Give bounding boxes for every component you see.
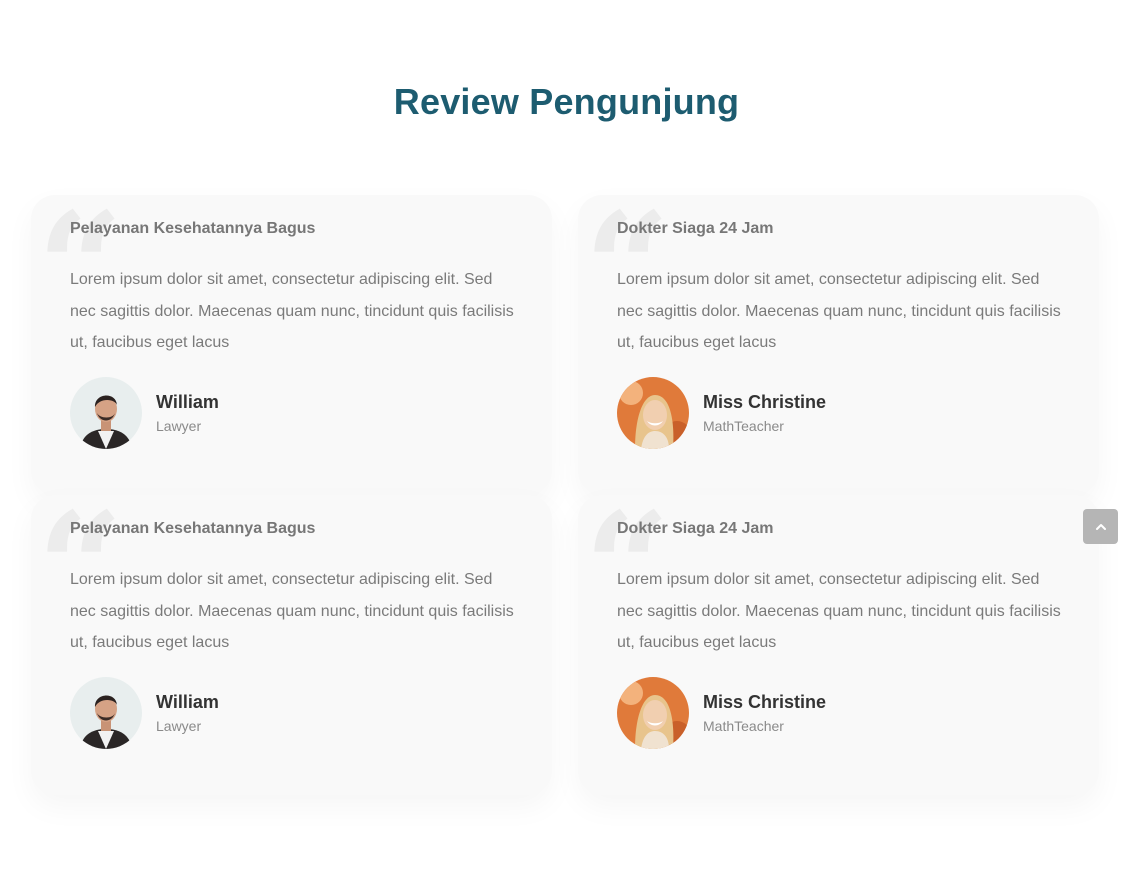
review-title: Pelayanan Kesehatannya Bagus bbox=[70, 220, 316, 237]
review-author: William Lawyer bbox=[70, 377, 219, 449]
avatar bbox=[70, 677, 142, 749]
author-name: Miss Christine bbox=[703, 692, 827, 712]
chevron-up-icon bbox=[1095, 518, 1106, 536]
review-text: Lorem ipsum dolor sit amet, consectetur … bbox=[617, 571, 1061, 651]
review-card: “ Pelayanan Kesehatannya Bagus Lorem ips… bbox=[31, 495, 552, 795]
review-card: “ Dokter Siaga 24 Jam Lorem ipsum dolor … bbox=[578, 195, 1099, 495]
review-title: Dokter Siaga 24 Jam bbox=[617, 520, 774, 537]
author-name: William bbox=[156, 392, 219, 412]
review-author: Miss Christine MathTeacher bbox=[617, 377, 826, 449]
author-role: MathTeacher bbox=[703, 718, 784, 734]
review-title: Dokter Siaga 24 Jam bbox=[617, 220, 774, 237]
review-author: William Lawyer bbox=[70, 677, 219, 749]
author-name: William bbox=[156, 692, 219, 712]
review-text: Lorem ipsum dolor sit amet, consectetur … bbox=[617, 271, 1061, 351]
review-card: “ Pelayanan Kesehatannya Bagus Lorem ips… bbox=[31, 195, 552, 495]
review-text: Lorem ipsum dolor sit amet, consectetur … bbox=[70, 271, 514, 351]
review-author: Miss Christine MathTeacher bbox=[617, 677, 826, 749]
review-title: Pelayanan Kesehatannya Bagus bbox=[70, 520, 316, 537]
avatar bbox=[617, 677, 689, 749]
author-role: MathTeacher bbox=[703, 418, 784, 434]
review-card: “ Dokter Siaga 24 Jam Lorem ipsum dolor … bbox=[578, 495, 1099, 795]
author-role: Lawyer bbox=[156, 418, 202, 434]
avatar bbox=[70, 377, 142, 449]
testimonials-section: Review Pengunjung “ Pelayanan Kesehatann… bbox=[0, 0, 1133, 879]
review-text: Lorem ipsum dolor sit amet, consectetur … bbox=[70, 571, 514, 651]
avatar bbox=[617, 377, 689, 449]
author-role: Lawyer bbox=[156, 718, 202, 734]
section-title: Review Pengunjung bbox=[393, 81, 740, 122]
scroll-to-top-button[interactable] bbox=[1083, 509, 1118, 544]
author-name: Miss Christine bbox=[703, 392, 827, 412]
